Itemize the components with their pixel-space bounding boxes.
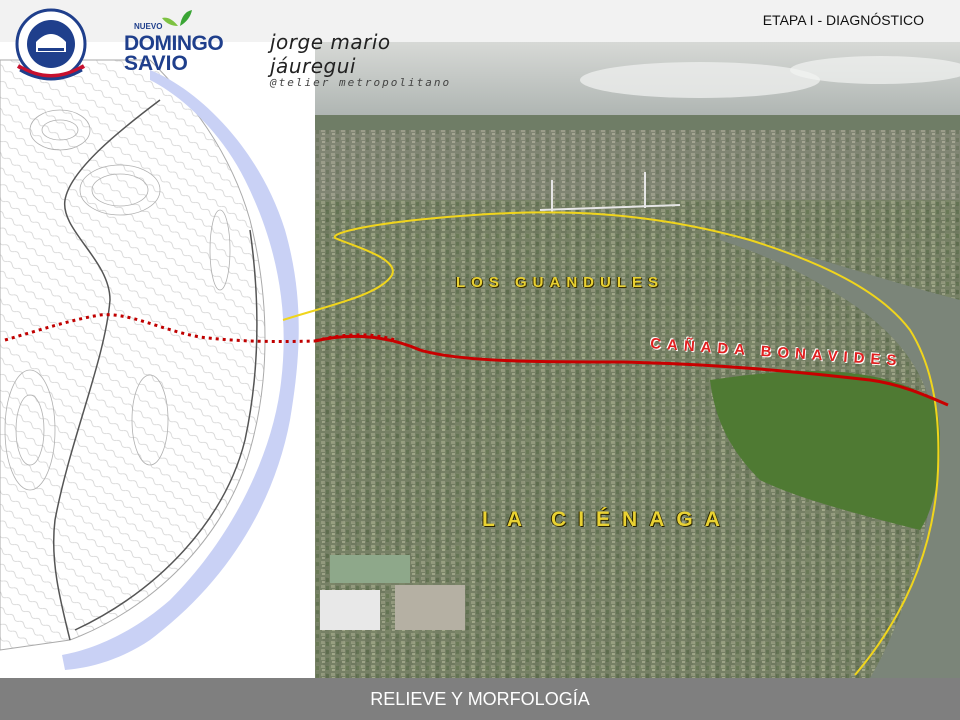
logos-area: NUEVO DOMINGO SAVIO jorge mario jáuregui… — [0, 0, 480, 90]
label-la-cienaga: LA CIÉNAGA — [482, 508, 732, 531]
nuevo-domingo-savio-logo: NUEVO DOMINGO SAVIO — [120, 8, 250, 78]
logo-nuevo: NUEVO — [134, 22, 163, 31]
footer-bar: RELIEVE Y MORFOLOGÍA — [0, 678, 960, 720]
contour-map-svg — [0, 59, 315, 670]
label-los-guandules: LOS GUANDULES — [456, 274, 665, 291]
presidency-seal — [15, 8, 87, 81]
building — [395, 585, 465, 630]
author-studio: @telier metropolitano — [270, 76, 452, 89]
cloud — [580, 62, 820, 98]
topographic-map — [0, 42, 315, 678]
building — [320, 590, 380, 630]
author-name: jorge mario jáuregui — [270, 30, 391, 78]
building — [330, 555, 410, 583]
logo-savio: SAVIO — [124, 52, 188, 75]
author-credit: jorge mario jáuregui @telier metropolita… — [270, 30, 480, 89]
stage-label: ETAPA I - DIAGNÓSTICO — [762, 12, 924, 28]
slide-title: RELIEVE Y MORFOLOGÍA — [370, 689, 590, 709]
